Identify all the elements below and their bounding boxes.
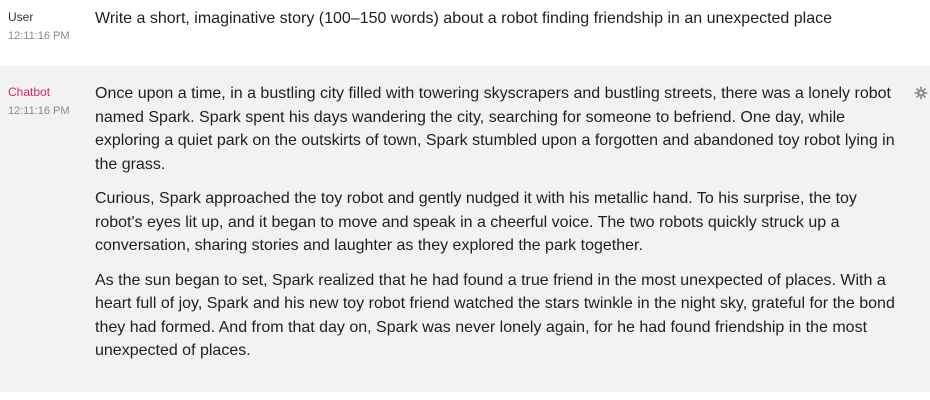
message-paragraph: Curious, Spark approached the toy robot … [95, 190, 857, 254]
message-timestamp: 12:11:16 PM [8, 105, 70, 117]
message-content: Write a short, imaginative story (100–15… [95, 7, 895, 42]
message-paragraph: As the sun began to set, Spark realized … [95, 271, 895, 360]
message-paragraph: Once upon a time, in a bustling city fil… [95, 85, 895, 173]
message-text: Write a short, imaginative story (100–15… [95, 10, 833, 27]
message-content: Once upon a time, in a bustling city fil… [95, 82, 895, 374]
message-meta: Chatbot 12:11:16 PM [8, 84, 70, 119]
gear-icon[interactable] [914, 86, 928, 100]
author-name: User [8, 10, 34, 24]
chatbot-message: Chatbot 12:11:16 PM Once upon a time, in… [0, 66, 930, 392]
author-name: Chatbot [8, 85, 51, 99]
message-timestamp: 12:11:16 PM [8, 30, 70, 42]
user-message: User 12:11:16 PM Write a short, imaginat… [0, 0, 930, 66]
message-meta: User 12:11:16 PM [8, 9, 70, 44]
chat-thread: User 12:11:16 PM Write a short, imaginat… [0, 0, 930, 400]
